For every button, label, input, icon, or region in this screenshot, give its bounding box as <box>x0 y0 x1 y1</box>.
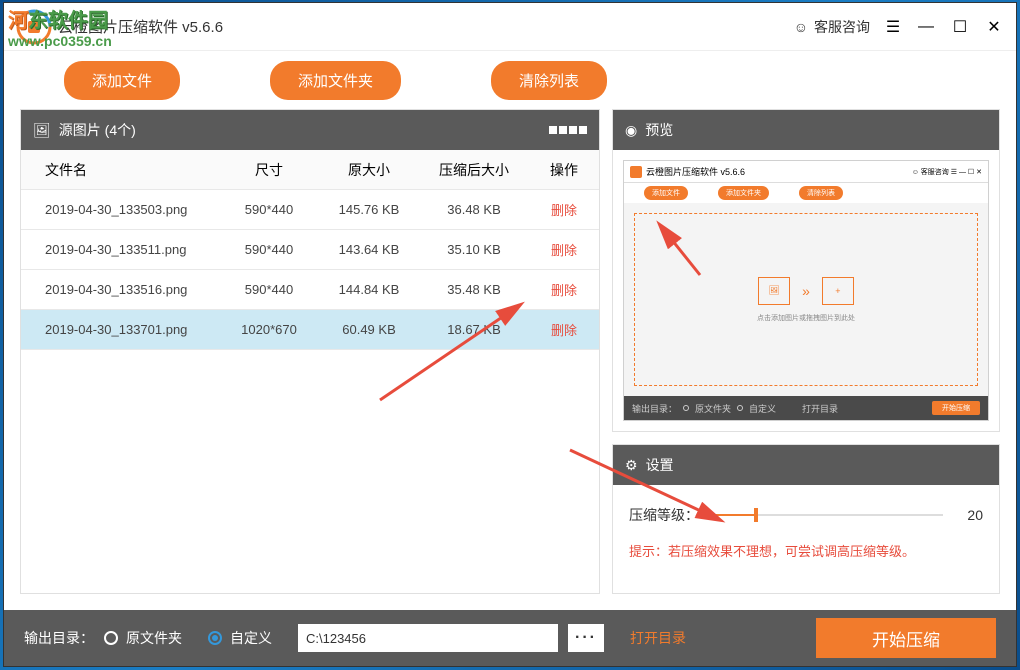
delete-link[interactable]: 删除 <box>551 323 577 338</box>
add-folder-button[interactable]: 添加文件夹 <box>270 61 401 100</box>
table-row[interactable]: 2019-04-30_133516.png590*440144.84 KB35.… <box>21 270 599 310</box>
image-icon: 🖼 <box>33 122 51 139</box>
delete-link[interactable]: 删除 <box>551 243 577 258</box>
settings-header: ⚙ 设置 <box>613 445 999 485</box>
table-row[interactable]: 2019-04-30_133503.png590*440145.76 KB36.… <box>21 190 599 230</box>
preview-panel: ◉ 预览 云橙图片压缩软件 v5.6.6 ☺ 客服咨询 ☰ — ☐ ✕ 添加文件… <box>612 109 1000 432</box>
app-window: 云橙图片压缩软件 v5.6.6 ☺ 客服咨询 ☰ — ☐ ✕ 添加文件 添加文件… <box>3 2 1017 667</box>
table-header: 文件名 尺寸 原大小 压缩后大小 操作 <box>21 150 599 190</box>
preview-thumbnail: 云橙图片压缩软件 v5.6.6 ☺ 客服咨询 ☰ — ☐ ✕ 添加文件 添加文件… <box>623 160 989 421</box>
app-logo-icon <box>16 9 52 45</box>
view-toggle[interactable] <box>549 126 587 134</box>
open-dir-link[interactable]: 打开目录 <box>630 628 686 648</box>
maximize-button[interactable]: ☐ <box>950 17 970 37</box>
image-placeholder-icon: 🖼 <box>758 277 790 305</box>
settings-panel: ⚙ 设置 压缩等级： 20 提示：若压缩效果不理想，可尝试调高压缩等级。 <box>612 444 1000 594</box>
compression-hint: 提示：若压缩效果不理想，可尝试调高压缩等级。 <box>629 541 983 560</box>
arrow-right-icon: » <box>802 283 810 299</box>
smile-icon: ☺ <box>794 19 808 35</box>
gear-icon: ⚙ <box>625 457 638 474</box>
footer: 输出目录： 原文件夹 自定义 ··· 打开目录 开始压缩 <box>4 610 1016 666</box>
support-link[interactable]: ☺ 客服咨询 <box>794 17 870 37</box>
output-label: 输出目录： <box>24 628 94 648</box>
orig-folder-radio[interactable] <box>104 631 118 645</box>
source-header: 🖼 源图片 (4个) <box>21 110 599 150</box>
browse-button[interactable]: ··· <box>568 624 604 652</box>
eye-icon: ◉ <box>625 122 637 139</box>
delete-link[interactable]: 删除 <box>551 203 577 218</box>
titlebar: 云橙图片压缩软件 v5.6.6 ☺ 客服咨询 ☰ — ☐ ✕ <box>4 3 1016 51</box>
custom-folder-radio[interactable] <box>208 631 222 645</box>
compression-value: 20 <box>953 507 983 523</box>
table-row[interactable]: 2019-04-30_133511.png590*440143.64 KB35.… <box>21 230 599 270</box>
compression-slider[interactable] <box>709 505 943 525</box>
clear-list-button[interactable]: 清除列表 <box>491 61 607 100</box>
delete-link[interactable]: 删除 <box>551 283 577 298</box>
output-path-input[interactable] <box>298 624 558 652</box>
preview-header: ◉ 预览 <box>613 110 999 150</box>
app-title: 云橙图片压缩软件 v5.6.6 <box>58 16 223 37</box>
plus-icon: + <box>822 277 854 305</box>
menu-icon[interactable]: ☰ <box>884 18 902 36</box>
compression-level-label: 压缩等级： <box>629 505 699 525</box>
table-row[interactable]: 2019-04-30_133701.png1020*67060.49 KB18.… <box>21 310 599 350</box>
close-button[interactable]: ✕ <box>984 17 1004 37</box>
file-table: 文件名 尺寸 原大小 压缩后大小 操作 2019-04-30_133503.pn… <box>21 150 599 593</box>
source-panel: 🖼 源图片 (4个) 文件名 尺寸 原大小 压缩后大小 操作 2019-04-3… <box>20 109 600 594</box>
minimize-button[interactable]: — <box>916 17 936 37</box>
start-compress-button[interactable]: 开始压缩 <box>816 618 996 658</box>
add-file-button[interactable]: 添加文件 <box>64 61 180 100</box>
toolbar: 添加文件 添加文件夹 清除列表 <box>4 51 1016 109</box>
